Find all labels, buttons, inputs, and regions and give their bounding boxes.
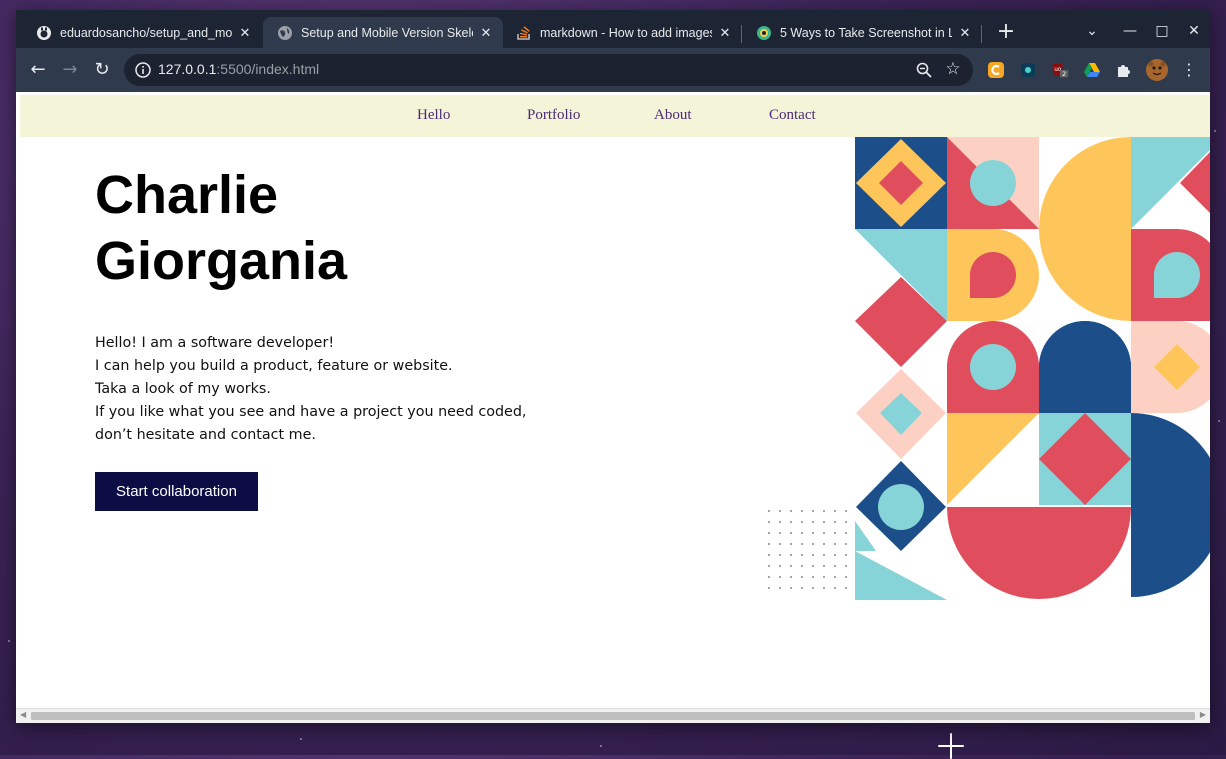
tab-markdown[interactable]: markdown - How to add images ✕ [502,17,742,48]
url-path: :5500/index.html [216,61,320,77]
hero-intro: Hello! I am a software developer! I can … [95,332,615,447]
browser-toolbar: ← → ↻ 127.0.0.1:5500/index.html ☆ uo 2 ⋮ [16,48,1210,92]
github-icon [36,25,52,41]
gear-icon [756,25,772,41]
address-bar[interactable]: 127.0.0.1:5500/index.html ☆ [124,54,973,86]
tab-setup-mobile[interactable]: Setup and Mobile Version Skele ✕ [263,17,503,48]
site-nav: Hello Portfolio About Contact [20,95,1210,137]
new-tab-button[interactable]: + [993,19,1019,45]
browser-menu-icon[interactable]: ⋮ [1177,58,1201,82]
web-page: Hello Portfolio About Contact Charlie Gi… [16,92,1210,708]
nav-link-hello[interactable]: Hello [417,107,450,124]
hero-name-first: Charlie [95,165,279,225]
sparkle-icon [938,733,964,759]
close-tab-icon[interactable]: ✕ [956,25,974,41]
intro-line: Hello! I am a software developer! [95,335,335,351]
tab-screenshot[interactable]: 5 Ways to Take Screenshot in Li ✕ [742,17,982,48]
nav-link-contact[interactable]: Contact [769,107,816,124]
tab-separator [981,25,982,43]
background-star [300,738,302,740]
nav-link-portfolio[interactable]: Portfolio [527,107,580,124]
scroll-right-icon[interactable]: ▶ [1200,710,1206,719]
close-tab-icon[interactable]: ✕ [477,25,495,41]
site-info-icon[interactable] [134,61,152,79]
background-star [8,640,10,642]
background-star [600,745,602,747]
forward-icon[interactable]: → [58,58,82,82]
tab-github[interactable]: eduardosancho/setup_and_mol ✕ [22,17,262,48]
nav-link-about[interactable]: About [654,107,692,124]
browser-window: eduardosancho/setup_and_mol ✕ Setup and … [16,10,1210,723]
hero-name-last: Giorgania [95,231,348,291]
intro-line: Taka a look of my works. [95,381,271,397]
profile-avatar[interactable] [1145,58,1169,82]
extension-badge: 2 [1062,70,1066,78]
ublock-icon[interactable]: uo 2 [1051,61,1069,79]
globe-icon [277,25,293,41]
tab-title: 5 Ways to Take Screenshot in Li [780,25,952,40]
scroll-left-icon[interactable]: ◀ [20,710,26,719]
extensions-puzzle-icon[interactable] [1115,61,1133,79]
intro-line: don’t hesitate and contact me. [95,427,316,443]
tab-title: markdown - How to add images [540,25,712,40]
back-icon[interactable]: ← [26,58,50,82]
stackoverflow-icon [516,25,532,41]
intro-line: If you like what you see and have a proj… [95,404,527,420]
horizontal-scrollbar[interactable]: ◀ ▶ [16,708,1210,723]
close-window-icon[interactable]: ✕ [1179,18,1209,44]
tab-title: eduardosancho/setup_and_mol [60,25,232,40]
reload-icon[interactable]: ↻ [90,58,114,82]
url-host: 127.0.0.1 [158,61,217,77]
minimize-icon[interactable]: — [1115,18,1145,44]
background-star [1214,130,1216,132]
hero-name: Charlie Giorgania [95,162,347,294]
scrollbar-thumb[interactable] [31,712,1195,720]
extension-orange-icon[interactable] [987,61,1005,79]
dot-pattern [768,510,847,589]
start-collaboration-button[interactable]: Start collaboration [95,472,258,511]
google-drive-icon[interactable] [1083,61,1101,79]
zoom-icon[interactable] [915,61,933,79]
close-tab-icon[interactable]: ✕ [236,25,254,41]
geometric-art-image [768,137,1210,600]
extension-codeium-icon[interactable] [1019,61,1037,79]
tab-search-icon[interactable]: ⌄ [1077,18,1107,44]
tab-title: Setup and Mobile Version Skele [301,25,473,40]
maximize-icon[interactable]: □ [1147,18,1177,44]
tab-strip: eduardosancho/setup_and_mol ✕ Setup and … [16,10,1210,48]
intro-line: I can help you build a product, feature … [95,358,453,374]
bookmark-star-icon[interactable]: ☆ [943,59,963,81]
close-tab-icon[interactable]: ✕ [716,25,734,41]
url-text[interactable]: 127.0.0.1:5500/index.html [158,61,319,77]
background-star [1218,420,1220,422]
